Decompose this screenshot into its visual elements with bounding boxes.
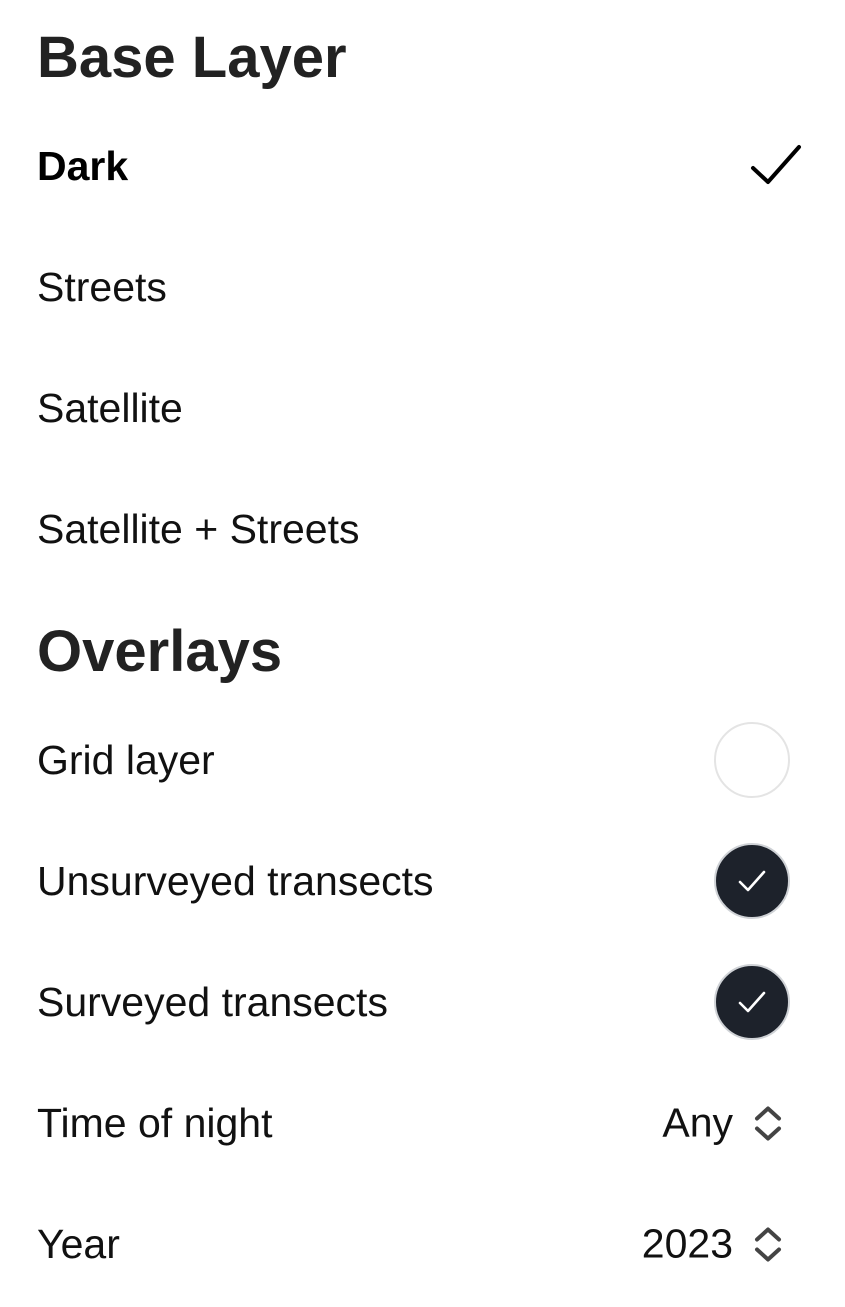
year-picker[interactable]: 2023 xyxy=(642,1221,783,1268)
overlay-label: Surveyed transects xyxy=(37,978,388,1025)
overlay-label: Grid layer xyxy=(37,736,215,783)
chevron-up-down-icon xyxy=(755,1106,781,1140)
time-of-night-label: Time of night xyxy=(37,1099,273,1146)
base-layer-option-label: Streets xyxy=(37,263,167,310)
overlay-label: Unsurveyed transects xyxy=(37,857,434,904)
overlay-row-unsurveyed-transects: Unsurveyed transects xyxy=(0,821,845,941)
overlays-heading: Overlays xyxy=(37,619,283,684)
base-layer-option-streets[interactable]: Streets xyxy=(0,227,845,347)
year-value: 2023 xyxy=(641,1220,733,1267)
time-of-night-row[interactable]: Time of night Any xyxy=(0,1063,845,1183)
base-layer-option-label: Dark xyxy=(37,142,129,189)
check-icon xyxy=(738,991,766,1013)
chevron-up-down-icon xyxy=(755,1227,781,1261)
year-label: Year xyxy=(37,1220,120,1267)
base-layer-option-label: Satellite + Streets xyxy=(37,505,360,552)
base-layer-option-dark[interactable]: Dark xyxy=(0,106,845,226)
time-of-night-value: Any xyxy=(662,1099,733,1146)
base-layer-heading: Base Layer xyxy=(37,25,347,90)
grid-layer-toggle[interactable] xyxy=(714,722,790,798)
unsurveyed-transects-toggle[interactable] xyxy=(714,843,790,919)
base-layer-option-satellite-streets[interactable]: Satellite + Streets xyxy=(0,469,845,589)
base-layer-option-satellite[interactable]: Satellite xyxy=(0,348,845,468)
checkmark-icon xyxy=(751,145,801,184)
base-layer-option-label: Satellite xyxy=(37,384,183,431)
overlay-row-grid-layer: Grid layer xyxy=(0,700,845,820)
overlay-row-surveyed-transects: Surveyed transects xyxy=(0,942,845,1062)
time-of-night-picker[interactable]: Any xyxy=(662,1100,783,1147)
year-row[interactable]: Year 2023 xyxy=(0,1184,845,1304)
surveyed-transects-toggle[interactable] xyxy=(714,964,790,1040)
check-icon xyxy=(738,870,766,892)
